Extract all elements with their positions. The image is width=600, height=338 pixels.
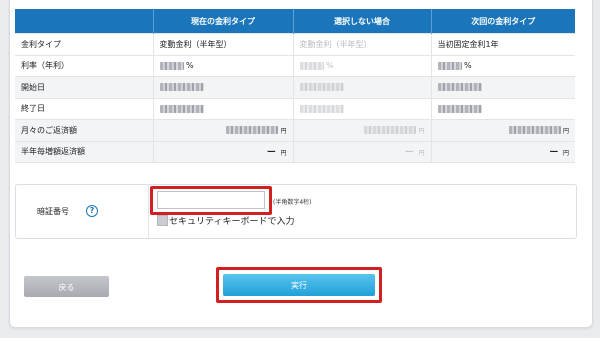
table-row: 半年毎増額返済額 ー 円 ー 円 ー 円 [15, 140, 575, 163]
cell-next-end-date [430, 97, 575, 120]
pin-section: 暗証番号 ? [15, 184, 577, 239]
pin-label-cell: 暗証番号 ? [16, 185, 149, 238]
row-label-semiannual-payment: 半年毎増額返済額 [15, 140, 153, 163]
redacted-value [299, 61, 324, 70]
yen-unit: 円 [562, 150, 569, 158]
percent-unit: % [186, 61, 194, 71]
cell-not-selected-start-date [292, 76, 431, 98]
redacted-value [159, 104, 204, 113]
row-label-start-date: 開始日 [15, 76, 153, 98]
table-header-row: 現在の金利タイプ 選択しない場合 次回の金利タイプ [15, 9, 575, 34]
redacted-value [364, 126, 417, 135]
dash-value: ー [404, 148, 414, 159]
cell-next-semiannual-payment: ー 円 [430, 140, 575, 163]
yen-unit: 円 [418, 150, 425, 158]
table-row: 金利タイプ 変動金利（半年型） 変動金利（半年型） 当初固定金利1年 [15, 33, 575, 55]
table-row: 終了日 [15, 97, 575, 120]
redacted-value [226, 126, 279, 135]
cell-not-selected-interest-rate: % [292, 54, 431, 77]
help-icon[interactable]: ? [86, 205, 98, 217]
pin-label: 暗証番号 [37, 207, 69, 216]
cell-current-monthly-payment: 円 [152, 119, 293, 141]
redacted-value [437, 61, 462, 70]
pin-input-highlight [150, 186, 272, 215]
cell-current-rate-type: 変動金利（半年型） [152, 33, 293, 55]
header-current: 現在の金利タイプ [152, 9, 293, 34]
redacted-value [437, 83, 482, 92]
redacted-value [299, 83, 344, 92]
redacted-value [159, 83, 204, 92]
cell-current-semiannual-payment: ー 円 [152, 140, 293, 163]
percent-unit: % [464, 61, 472, 71]
table-row: 開始日 [15, 76, 575, 98]
cell-next-interest-rate: % [430, 54, 575, 77]
row-label-end-date: 終了日 [15, 97, 153, 120]
cell-next-start-date [430, 76, 575, 98]
cell-current-end-date [152, 97, 293, 120]
redacted-value [299, 104, 344, 113]
pin-hint: (半角数字4桁) [273, 199, 312, 206]
yen-unit: 円 [280, 127, 287, 135]
cell-current-interest-rate: % [152, 54, 293, 77]
dash-value: ー [266, 148, 276, 159]
percent-unit: % [326, 61, 334, 71]
cell-not-selected-end-date [292, 97, 431, 120]
cell-not-selected-semiannual-payment: ー 円 [292, 140, 431, 163]
cell-next-rate-type: 当初固定金利1年 [430, 33, 575, 55]
table-row: 利率（年利） % % % [15, 54, 575, 77]
cell-not-selected-monthly-payment: 円 [292, 119, 431, 141]
header-next: 次回の金利タイプ [430, 9, 575, 34]
security-keyboard-label[interactable]: セキュリティキーボードで入力 [169, 214, 294, 227]
yen-unit: 円 [280, 150, 287, 158]
yen-unit: 円 [418, 127, 425, 135]
row-label-interest-rate: 利率（年利） [15, 54, 153, 77]
interest-rate-table: 現在の金利タイプ 選択しない場合 次回の金利タイプ 金利タイプ 変動金利（半年型… [15, 9, 575, 163]
header-not-selected: 選択しない場合 [292, 9, 431, 34]
security-keyboard-checkbox[interactable] [157, 215, 168, 226]
cell-not-selected-rate-type: 変動金利（半年型） [292, 33, 431, 55]
row-label-monthly-payment: 月々のご返済額 [15, 119, 153, 141]
redacted-value [437, 104, 482, 113]
cell-next-monthly-payment: 円 [430, 119, 575, 141]
cell-current-start-date [152, 76, 293, 98]
header-blank [15, 9, 153, 34]
table-row: 月々のご返済額 円 円 円 [15, 119, 575, 141]
execute-button-highlight [216, 267, 382, 303]
redacted-value [159, 61, 184, 70]
redacted-value [508, 126, 561, 135]
dash-value: ー [549, 148, 559, 159]
back-button[interactable]: 戻る [24, 276, 109, 297]
yen-unit: 円 [562, 127, 569, 135]
row-label-rate-type: 金利タイプ [15, 33, 153, 55]
